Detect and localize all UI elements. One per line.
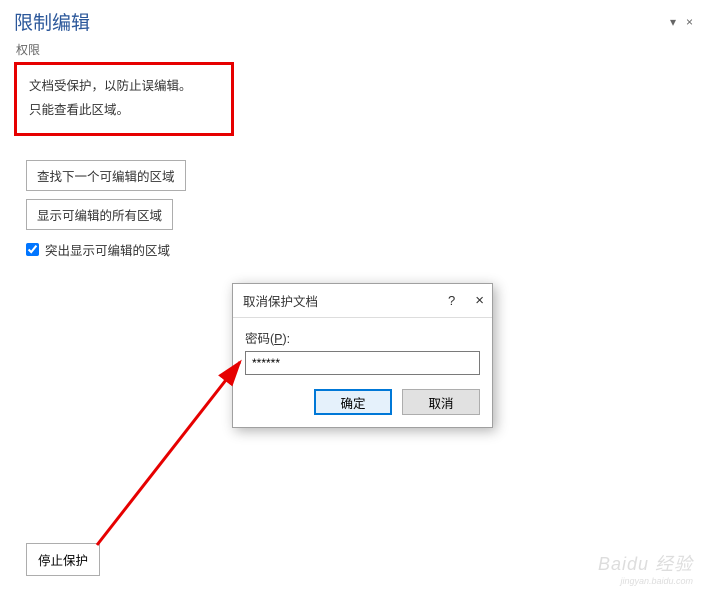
password-input[interactable] (245, 351, 480, 375)
pane-title: 限制编辑 (14, 8, 90, 35)
pane-dropdown-icon[interactable]: ▾ (670, 15, 676, 29)
pane-header: 限制编辑 ▾ × (14, 8, 693, 35)
highlight-editable-label: 突出显示可编辑的区域 (45, 240, 170, 259)
protection-text-line1: 文档受保护，以防止误编辑。 (29, 75, 219, 99)
dialog-titlebar[interactable]: 取消保护文档 ? × (233, 284, 492, 318)
dialog-body: 密码(P): 确定 取消 (233, 318, 492, 427)
find-next-editable-button[interactable]: 查找下一个可编辑的区域 (26, 160, 186, 191)
dialog-buttons: 确定 取消 (245, 389, 480, 415)
ok-button[interactable]: 确定 (314, 389, 392, 415)
highlight-editable-checkbox[interactable] (26, 243, 39, 256)
watermark: Baidu 经验 jingyan.baidu.com (598, 550, 693, 586)
unprotect-document-dialog: 取消保护文档 ? × 密码(P): 确定 取消 (232, 283, 493, 428)
protection-text-line2: 只能查看此区域。 (29, 99, 219, 123)
protection-message-box: 文档受保护，以防止误编辑。 只能查看此区域。 (14, 62, 234, 136)
password-label: 密码(P): (245, 328, 480, 347)
dialog-title: 取消保护文档 (243, 291, 318, 310)
permissions-label: 权限 (16, 41, 691, 58)
show-all-editable-button[interactable]: 显示可编辑的所有区域 (26, 199, 173, 230)
cancel-button[interactable]: 取消 (402, 389, 480, 415)
close-icon[interactable]: × (475, 293, 484, 308)
highlight-editable-checkbox-row[interactable]: 突出显示可编辑的区域 (26, 240, 693, 259)
pane-close-icon[interactable]: × (686, 15, 693, 29)
help-icon[interactable]: ? (448, 293, 455, 308)
stop-protection-button[interactable]: 停止保护 (26, 543, 100, 576)
pane-controls: ▾ × (670, 15, 693, 29)
